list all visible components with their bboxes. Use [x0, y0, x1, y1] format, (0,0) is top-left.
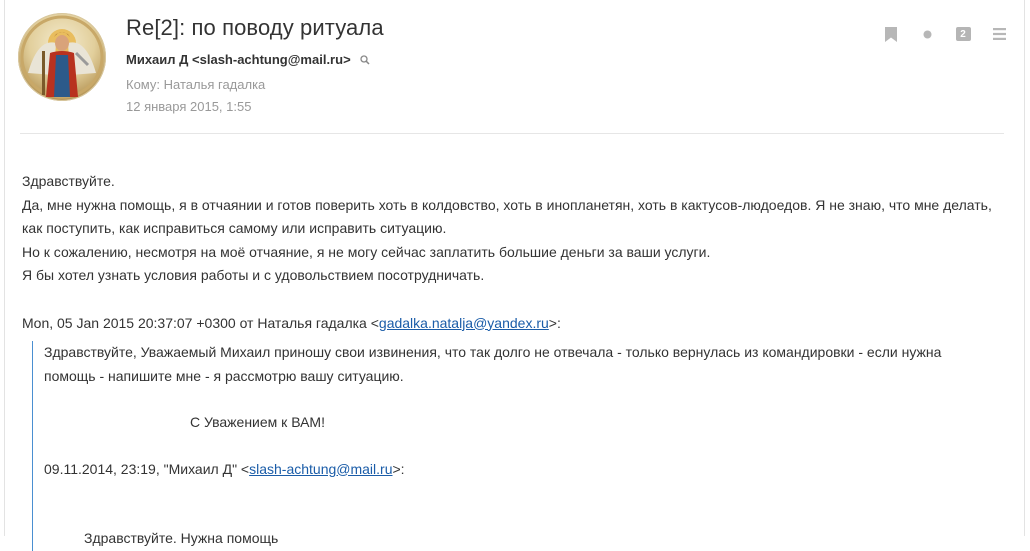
- quote-gap: [44, 388, 992, 411]
- quote-gap: [44, 504, 992, 527]
- flag-button[interactable]: [882, 25, 900, 43]
- more-menu-button[interactable]: [990, 25, 1008, 43]
- quote-header-prefix: Mon, 05 Jan 2015 20:37:07 +0300 от Натал…: [22, 314, 379, 331]
- nested-quote-header: 09.11.2014, 23:19, "Михаил Д" <slash-ach…: [44, 458, 992, 482]
- nested-sender-email-link[interactable]: slash-achtung@mail.ru: [249, 461, 392, 477]
- sender-line: Михаил Д <slash-achtung@mail.ru>: [126, 52, 370, 68]
- menu-icon: [992, 28, 1006, 40]
- magnifier-icon[interactable]: [360, 53, 370, 68]
- bookmark-icon: [885, 26, 897, 42]
- greeting: Здравствуйте.: [22, 173, 115, 189]
- dot-icon: [923, 30, 931, 38]
- nested-header-prefix: 09.11.2014, 23:19, "Михаил Д" <: [44, 460, 250, 477]
- nested-header-suffix: >:: [392, 460, 405, 477]
- sender-address-open: <: [192, 52, 200, 67]
- body-paragraph-2: Но к сожалению, несмотря на моё отчаяние…: [22, 243, 711, 260]
- email-body: Здравствуйте. Да, мне нужна помощь, я в …: [22, 170, 992, 551]
- message-toolbar: 2: [864, 25, 1008, 43]
- angel-icon: [20, 15, 104, 99]
- quote-gap: [44, 481, 992, 504]
- body-paragraph-1: Да, мне нужна помощь, я в отчаянии и гот…: [22, 196, 992, 237]
- quote-sender-email-link[interactable]: gadalka.natalja@yandex.ru: [379, 315, 549, 331]
- recipient-line: Кому: Наталья гадалка: [126, 77, 266, 92]
- email-subject: Re[2]: по поводу ритуала: [126, 15, 384, 40]
- sender-address[interactable]: slash-achtung@mail.ru: [200, 52, 343, 67]
- thread-button[interactable]: 2: [954, 25, 972, 43]
- quote-signoff: С Уважением к ВАМ!: [190, 414, 325, 430]
- sender-address-close: >: [343, 52, 351, 67]
- body-paragraph-3: Я бы хотел узнать условия работы и с удо…: [22, 267, 485, 283]
- header-divider: [20, 133, 1004, 134]
- quote-header-suffix: >:: [548, 314, 561, 331]
- quote-paragraph-1: Здравствуйте, Уважаемый Михаил приношу с…: [44, 344, 942, 384]
- nested-quote-text: Здравствуйте. Нужна помощь: [84, 530, 279, 546]
- sender-avatar[interactable]: [18, 13, 106, 101]
- read-status-button[interactable]: [918, 25, 936, 43]
- quoted-message: Здравствуйте, Уважаемый Михаил приношу с…: [32, 341, 992, 551]
- quote-gap: [44, 435, 992, 458]
- email-date: 12 января 2015, 1:55: [126, 99, 252, 114]
- quote-header: Mon, 05 Jan 2015 20:37:07 +0300 от Натал…: [22, 312, 992, 336]
- sender-name[interactable]: Михаил Д: [126, 52, 188, 67]
- thread-count-badge: 2: [955, 27, 971, 41]
